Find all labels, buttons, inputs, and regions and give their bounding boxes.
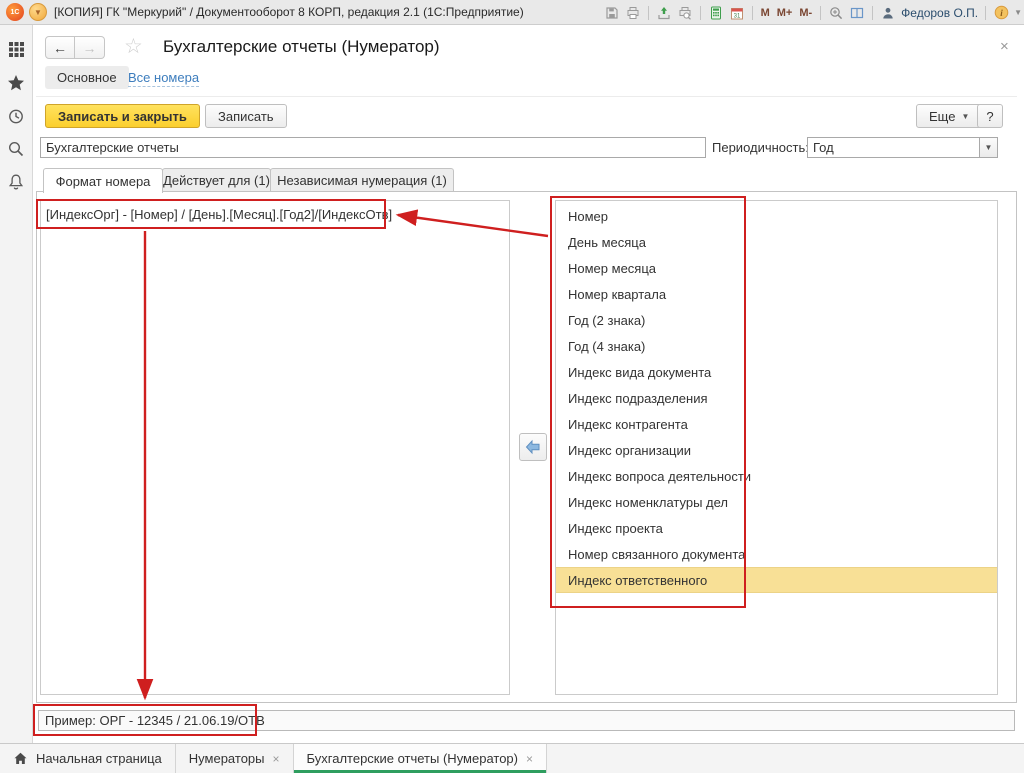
taskbar-tab-current[interactable]: Бухгалтерские отчеты (Нумератор) × [294,744,547,773]
form-close-button[interactable]: × [1000,38,1009,55]
insert-component-button[interactable] [519,433,547,461]
apps-grid-icon[interactable] [0,33,32,66]
memory-m-plus-button[interactable]: M+ [776,7,794,19]
list-item[interactable]: День месяца [556,229,997,255]
tab-valid-for[interactable]: Действует для (1) [162,168,271,192]
main-menu-button[interactable]: ▼ [29,3,47,21]
export-icon[interactable] [656,5,672,21]
example-field: Пример: ОРГ - 12345 / 21.06.19/ОТВ [38,710,1015,731]
titlebar-separator [752,6,753,20]
nav-link-all-numbers[interactable]: Все номера [128,70,199,87]
list-item[interactable]: Индекс контрагента [556,411,997,437]
save-and-close-button[interactable]: Записать и закрыть [45,104,200,128]
titlebar-separator [700,6,701,20]
close-icon[interactable]: × [526,752,533,766]
periodicity-select[interactable]: Год ▼ [807,137,998,158]
print-preview-icon[interactable] [677,5,693,21]
titlebar-separator [985,6,986,20]
notifications-bell-icon[interactable] [0,165,32,198]
titlebar-separator [648,6,649,20]
calendar-icon[interactable]: 31 [729,5,745,21]
app-sidebar [0,25,33,743]
more-button[interactable]: Еще ▼ [916,104,982,128]
taskbar-home-tab[interactable]: Начальная страница [0,744,176,773]
format-editor-panel[interactable] [40,200,510,695]
nav-section-main[interactable]: Основное [45,66,129,89]
list-item[interactable]: Индекс подразделения [556,385,997,411]
favorites-star-icon[interactable] [0,66,32,99]
window-title: [КОПИЯ] ГК "Меркурий" / Документооборот … [54,5,524,19]
list-item[interactable]: Номер месяца [556,255,997,281]
list-item[interactable]: Индекс проекта [556,515,997,541]
back-button[interactable]: ← [45,36,75,59]
close-icon[interactable]: × [273,752,280,766]
numerator-name-input[interactable]: Бухгалтерские отчеты [40,137,706,158]
split-window-icon[interactable] [849,5,865,21]
list-item[interactable]: Индекс организации [556,437,997,463]
list-item[interactable]: Индекс вида документа [556,359,997,385]
zoom-icon[interactable] [828,5,844,21]
taskbar-tab-label: Нумераторы [189,751,265,766]
memory-m-minus-button[interactable]: M- [798,7,813,19]
taskbar-tab-numerators[interactable]: Нумераторы × [176,744,294,773]
search-icon[interactable] [0,132,32,165]
history-clock-icon[interactable] [0,99,32,132]
more-button-label: Еще [929,109,955,124]
page-title: Бухгалтерские отчеты (Нумератор) [163,37,440,57]
list-item[interactable]: Номер связанного документа [556,541,997,567]
titlebar-chevron-icon[interactable]: ▼ [1014,8,1022,17]
tab-format-number[interactable]: Формат номера [43,168,163,193]
list-item[interactable]: Номер квартала [556,281,997,307]
dropdown-arrow-icon[interactable]: ▼ [979,138,997,157]
list-item[interactable]: Год (2 знака) [556,307,997,333]
number-format-string[interactable]: [ИндексОрг] - [Номер] / [День].[Месяц].[… [46,207,392,222]
taskbar-tab-label: Бухгалтерские отчеты (Нумератор) [307,751,518,766]
one-c-logo-icon: 1С [6,3,24,21]
current-user-name[interactable]: Федоров О.П. [901,6,978,20]
periodicity-value: Год [808,138,979,157]
list-item-selected[interactable]: Индекс ответственного [556,567,997,593]
list-item[interactable]: Индекс номенклатуры дел [556,489,997,515]
save-button[interactable]: Записать [205,104,287,128]
save-icon[interactable] [604,5,620,21]
components-list: Номер День месяца Номер месяца Номер ква… [556,201,997,694]
memory-m-button[interactable]: M [760,7,771,19]
chevron-down-icon: ▼ [961,112,969,121]
home-icon [13,751,28,766]
titlebar-separator [872,6,873,20]
tab-independent-numbering[interactable]: Независимая нумерация (1) [270,168,454,192]
titlebar-separator [820,6,821,20]
header-separator [36,96,1017,97]
list-item[interactable]: Номер [556,203,997,229]
print-icon[interactable] [625,5,641,21]
history-nav-buttons: ← → [45,36,105,59]
taskbar-home-label: Начальная страница [36,751,162,766]
user-icon [880,5,896,21]
open-windows-taskbar: Начальная страница Нумераторы × Бухгалте… [0,743,1024,773]
forward-button[interactable]: → [75,36,105,59]
window-titlebar: 1С ▼ [КОПИЯ] ГК "Меркурий" / Документооб… [0,0,1024,25]
arrow-left-icon [525,439,541,455]
periodicity-label: Периодичность: [712,140,809,155]
calculator-icon[interactable] [708,5,724,21]
list-item[interactable]: Год (4 знака) [556,333,997,359]
favorite-star-icon[interactable]: ☆ [124,34,143,59]
help-button[interactable]: ? [977,104,1003,128]
list-item[interactable]: Индекс вопроса деятельности [556,463,997,489]
info-icon[interactable]: i [993,5,1009,21]
svg-text:31: 31 [733,13,740,19]
